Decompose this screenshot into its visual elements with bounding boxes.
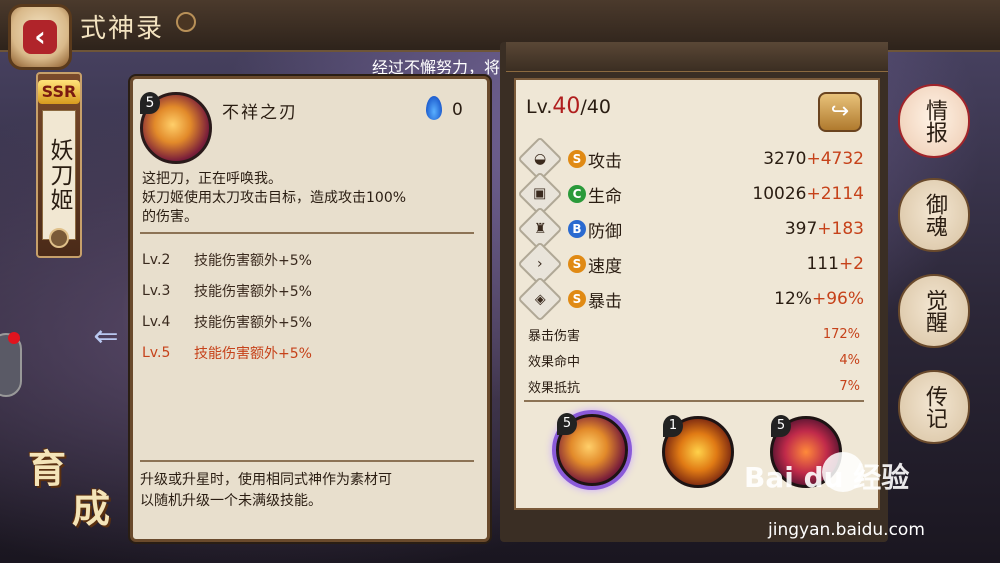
skill-slot-2[interactable]: 1	[662, 415, 734, 488]
upgrade-hint-line: 以随机升级一个未满级技能。	[140, 493, 322, 509]
stat-bonus: +2114	[806, 184, 864, 204]
stat-base: 397	[784, 219, 818, 239]
upgrade-level: Lv.4	[142, 313, 171, 330]
watermark-brand: Bai du 经验	[744, 461, 910, 494]
crit-icon: ◈	[517, 276, 563, 322]
stats-header-bar	[506, 42, 888, 72]
chevron-left-icon: ‹	[23, 20, 57, 54]
sub-stat-name: 暴击伤害	[528, 328, 581, 344]
stat-name: 生命	[588, 186, 622, 207]
stat-name: 暴击	[588, 291, 622, 312]
upgrade-level: Lv.3	[142, 282, 171, 299]
stat-name: 防御	[588, 221, 622, 242]
stat-name: 攻击	[588, 151, 622, 172]
tab-info[interactable]: 情报	[898, 84, 970, 158]
level-current: 40	[552, 94, 581, 119]
rarity-badge: SSR	[38, 80, 80, 104]
skill-upgrade-row-current: Lv.5 技能伤害额外+5%	[142, 337, 472, 368]
tab-soul[interactable]: 御魂	[898, 178, 970, 252]
skill-slot-1[interactable]: 5	[556, 413, 628, 486]
page-title: 式神录	[80, 14, 165, 44]
sub-stat-row: 效果命中 4%	[528, 349, 860, 371]
share-icon: ↪	[830, 99, 850, 124]
skill-upgrade-row: Lv.2 技能伤害额外+5%	[142, 244, 472, 275]
watermark-url: jingyan.baidu.com	[768, 520, 925, 540]
skill-slot-level: 5	[771, 415, 791, 437]
stat-grade: S	[568, 255, 586, 273]
shikigami-name: 妖刀姬	[42, 110, 76, 240]
skill-slot-level: 1	[663, 415, 683, 437]
stat-base: 10026	[752, 184, 807, 204]
upgrade-effect: 技能伤害额外+5%	[194, 283, 312, 300]
sub-stat-name: 效果抵抗	[528, 380, 581, 396]
stat-value: 3270+4732	[763, 149, 864, 169]
back-button[interactable]: ‹	[8, 4, 72, 70]
divider	[140, 460, 474, 462]
stat-grade: S	[568, 290, 586, 308]
soul-cost: 0	[452, 100, 463, 120]
stat-base: 3270	[763, 149, 807, 169]
upgrade-level: Lv.5	[142, 344, 171, 361]
stat-value: 10026+2114	[752, 184, 864, 204]
divider	[140, 232, 474, 234]
foster-button[interactable]: 育 成	[24, 438, 124, 534]
stat-bonus: +2	[838, 254, 864, 274]
level-prefix: Lv.	[526, 96, 553, 118]
stat-base: 12%	[774, 289, 812, 309]
sub-stat-value: 7%	[839, 378, 860, 394]
skill-description-line: 妖刀姬使用太刀攻击目标，造成攻击100%	[142, 190, 407, 206]
skill-upgrade-row: Lv.3 技能伤害额外+5%	[142, 275, 472, 306]
upgrade-effect: 技能伤害额外+5%	[194, 314, 312, 331]
tab-awaken[interactable]: 觉醒	[898, 274, 970, 348]
foster-char-2: 成	[72, 486, 111, 531]
stat-grade: C	[568, 185, 586, 203]
sub-stat-value: 172%	[822, 326, 860, 342]
skill-level-badge: 5	[140, 92, 160, 114]
sub-stat-row: 效果抵抗 7%	[528, 375, 860, 397]
notification-dot	[8, 332, 20, 344]
share-button[interactable]: ↪	[818, 92, 862, 132]
stat-row-defense: ♜ B 防御 397+183	[517, 206, 864, 252]
divider	[524, 400, 864, 402]
skill-description-line: 这把刀，正在呼唤我。	[142, 171, 282, 187]
upgrade-effect: 技能伤害额外+5%	[194, 345, 312, 362]
skill-name: 不祥之刃	[222, 103, 298, 123]
lock-icon[interactable]	[49, 228, 69, 248]
stat-row-attack: ◒ S 攻击 3270+4732	[517, 136, 864, 182]
level-display: Lv.40/40	[526, 94, 611, 119]
skill-description: 这把刀，正在呼唤我。 妖刀姬使用太刀攻击目标，造成攻击100% 的伤害。	[142, 170, 478, 227]
soul-fire-icon	[426, 96, 442, 120]
skill-upgrade-row: Lv.4 技能伤害额外+5%	[142, 306, 472, 337]
stat-value: 12%+96%	[774, 289, 864, 309]
stat-row-crit: ◈ S 暴击 12%+96%	[517, 276, 864, 322]
stat-value: 111+2	[806, 254, 864, 274]
stat-bonus: +183	[817, 219, 864, 239]
upgrade-level: Lv.2	[142, 251, 171, 268]
title-ornament-icon	[176, 12, 196, 32]
upgrade-effect: 技能伤害额外+5%	[194, 252, 312, 269]
stat-name: 速度	[588, 256, 622, 277]
previous-arrow-icon[interactable]: ⇐	[86, 322, 126, 352]
stat-bonus: +96%	[811, 289, 864, 309]
sub-stat-name: 效果命中	[528, 354, 581, 370]
skill-description-line: 的伤害。	[142, 209, 198, 225]
upgrade-hint-line: 升级或升星时，使用相同式神作为素材可	[140, 472, 392, 488]
skill-slot-level: 5	[557, 413, 577, 435]
tab-biography[interactable]: 传记	[898, 370, 970, 444]
level-max: /40	[580, 96, 611, 118]
stat-grade: B	[568, 220, 586, 238]
stat-row-hp: ▣ C 生命 10026+2114	[517, 171, 864, 217]
foster-char-1: 育	[28, 446, 67, 491]
stat-base: 111	[806, 254, 839, 274]
stat-value: 397+183	[785, 219, 864, 239]
skill-upgrade-list: Lv.2 技能伤害额外+5% Lv.3 技能伤害额外+5% Lv.4 技能伤害额…	[142, 244, 472, 368]
stat-grade: S	[568, 150, 586, 168]
sub-stat-value: 4%	[839, 352, 860, 368]
upgrade-hint: 升级或升星时，使用相同式神作为素材可 以随机升级一个未满级技能。	[140, 470, 476, 512]
stat-bonus: +4732	[806, 149, 864, 169]
sub-stat-row: 暴击伤害 172%	[528, 323, 860, 345]
stat-row-speed: › S 速度 111+2	[517, 241, 864, 287]
